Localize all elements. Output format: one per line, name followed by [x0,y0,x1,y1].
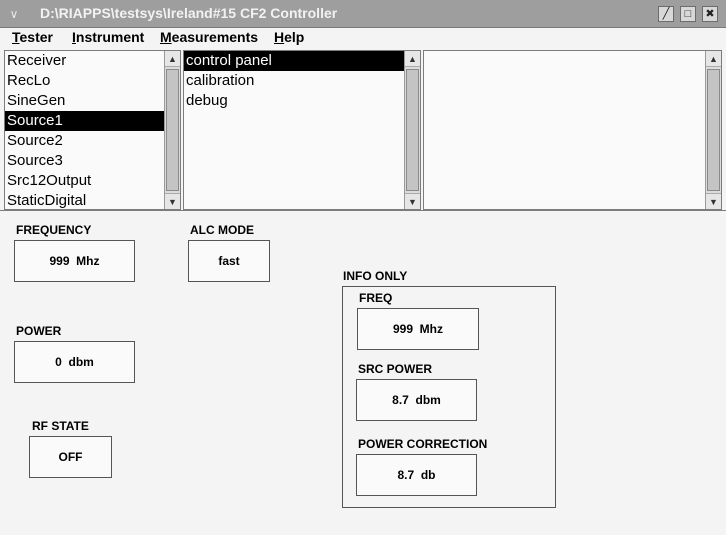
view-list-rows: control panel calibration debug [184,51,404,209]
close-icon[interactable]: ✖ [702,6,718,22]
detail-list-rows [424,51,705,209]
instrument-list-item[interactable]: Source3 [5,151,164,171]
scroll-down-icon[interactable]: ▼ [706,193,721,209]
frequency-label: FREQUENCY [16,223,92,237]
scroll-thumb[interactable] [707,69,720,191]
instrument-list-item[interactable]: RecLo [5,71,164,91]
menu-help-mnemonic: H [274,29,285,45]
power-correction-value: 8.7 db [356,454,477,496]
info-only-label: INFO ONLY [343,269,408,283]
menu-instrument[interactable]: Instrument [72,28,144,46]
panel-divider [0,210,726,211]
instrument-list-scrollbar[interactable]: ▲ ▼ [164,51,180,209]
menu-tester-mnemonic: T [12,29,20,45]
menu-tester[interactable]: Tester [12,28,53,46]
instrument-list-item[interactable]: Source2 [5,131,164,151]
power-field[interactable]: 0 dbm [14,341,135,383]
window-title: D:\RIAPPS\testsys\Ireland#15 CF2 Control… [40,5,338,21]
menu-tester-label: ester [19,29,53,45]
view-list-item[interactable]: calibration [184,71,404,91]
instrument-list-item[interactable]: Source1 [5,111,164,131]
menu-help-label: elp [284,29,305,45]
alc-mode-label: ALC MODE [190,223,254,237]
scroll-down-icon[interactable]: ▼ [405,193,420,209]
view-list[interactable]: control panel calibration debug ▲ ▼ [183,50,421,210]
power-label: POWER [16,324,62,338]
scroll-up-icon[interactable]: ▲ [405,51,420,67]
maximize-icon[interactable]: □ [680,6,696,22]
scroll-down-icon[interactable]: ▼ [165,193,180,209]
instrument-list-item[interactable]: StaticDigital [5,191,164,209]
alc-mode-field[interactable]: fast [188,240,270,282]
rf-state-field[interactable]: OFF [29,436,112,478]
info-freq-value: 999 Mhz [357,308,479,350]
menu-measurements[interactable]: Measurements [160,28,258,46]
scroll-up-icon[interactable]: ▲ [706,51,721,67]
instrument-list-item[interactable]: Receiver [5,51,164,71]
view-list-item[interactable]: control panel [184,51,404,71]
scroll-thumb[interactable] [166,69,179,191]
instrument-list-item[interactable]: Src12Output [5,171,164,191]
instrument-list-rows: Receiver RecLo SineGen Source1 Source2 Source… [5,51,164,209]
detail-list-scrollbar[interactable]: ▲ ▼ [705,51,721,209]
menu-measurements-mnemonic: M [160,29,172,45]
frequency-field[interactable]: 999 Mhz [14,240,135,282]
menu-bar: Tester Instrument Measurements Help [0,28,726,48]
scroll-up-icon[interactable]: ▲ [165,51,180,67]
view-list-item[interactable]: debug [184,91,404,111]
menu-measurements-label: easurements [171,29,259,45]
minimize-icon[interactable]: ╱ [658,6,674,22]
src-power-label: SRC POWER [358,362,433,376]
scroll-thumb[interactable] [406,69,419,191]
power-correction-label: POWER CORRECTION [358,437,488,451]
instrument-list-item[interactable]: SineGen [5,91,164,111]
system-menu-icon[interactable]: ∨ [6,6,22,22]
title-bar: ∨ D:\RIAPPS\testsys\Ireland#15 CF2 Contr… [0,0,726,28]
instrument-list[interactable]: Receiver RecLo SineGen Source1 Source2 Source… [4,50,181,210]
view-list-scrollbar[interactable]: ▲ ▼ [404,51,420,209]
src-power-value: 8.7 dbm [356,379,477,421]
rf-state-label: RF STATE [32,419,89,433]
menu-instrument-label: nstrument [75,29,145,45]
detail-list[interactable]: ▲ ▼ [423,50,722,210]
menu-help[interactable]: Help [274,28,304,46]
info-freq-label: FREQ [359,291,393,305]
